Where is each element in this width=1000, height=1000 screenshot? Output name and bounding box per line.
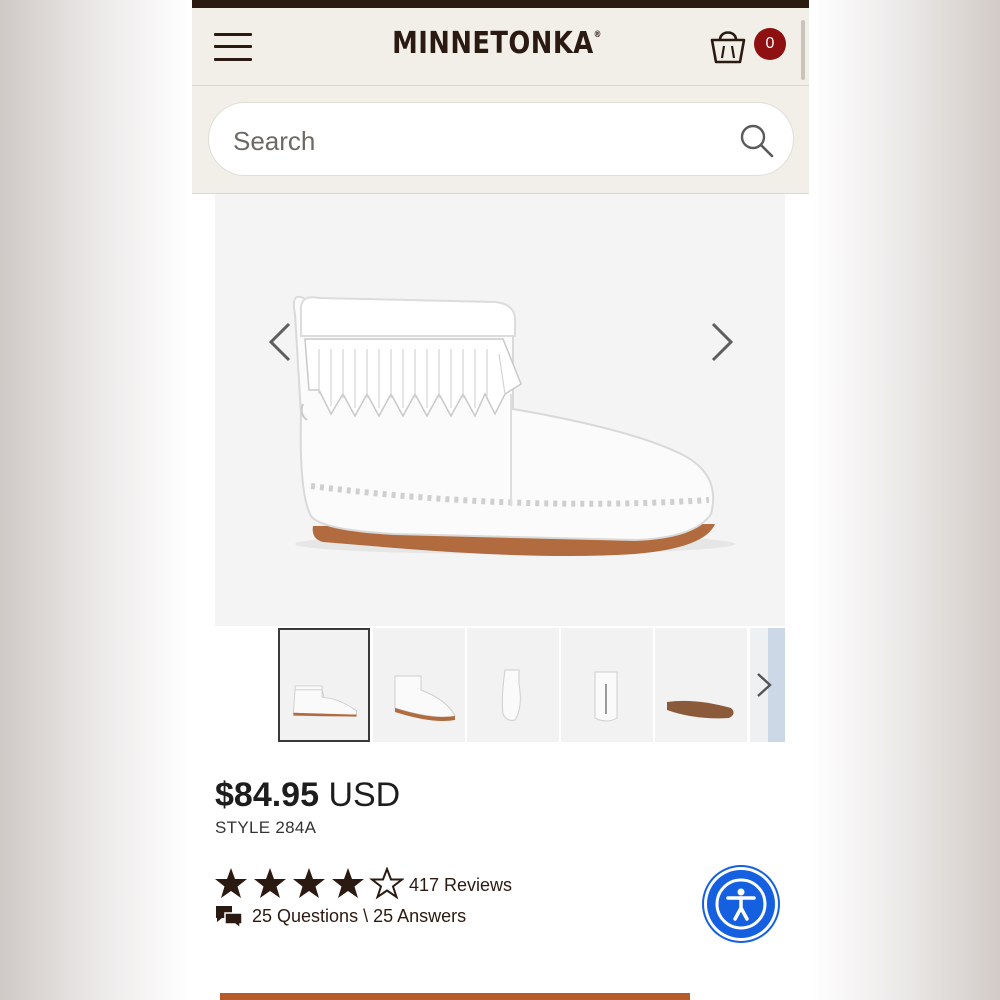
- search-input[interactable]: [231, 121, 715, 161]
- thumbnail-2[interactable]: [373, 628, 465, 742]
- menu-icon-bar: [214, 33, 252, 36]
- mobile-screen: MINNETONKA® 0 Search $84.95 USD STYLE 28…: [192, 0, 809, 1000]
- thumbnail-3[interactable]: [467, 628, 559, 742]
- reviews-link[interactable]: 417 Reviews: [409, 875, 512, 896]
- scrollbar[interactable]: [801, 20, 805, 80]
- price-amount: $84.95: [215, 776, 319, 814]
- questions-answers-link[interactable]: 25 Questions \ 25 Answers: [252, 906, 466, 927]
- search-icon[interactable]: [739, 123, 775, 159]
- product-price: $84.95 USD: [215, 776, 400, 815]
- product-style: STYLE 284A: [215, 818, 317, 837]
- previous-image-arrow-icon[interactable]: [265, 320, 295, 364]
- thumbnail-image: [501, 669, 521, 721]
- search-bar-area: [192, 86, 809, 194]
- top-strip: [192, 0, 809, 8]
- price-currency: USD: [328, 776, 401, 814]
- accessibility-icon: [715, 878, 767, 930]
- registered-mark: ®: [593, 30, 602, 40]
- accessibility-button[interactable]: [707, 870, 775, 938]
- star-icon: [254, 868, 286, 898]
- star-icon: [293, 868, 325, 898]
- thumbnail-1[interactable]: [278, 628, 370, 742]
- chat-bubbles-icon: [216, 906, 243, 930]
- thumbnail-image: [667, 700, 734, 719]
- cart-count-badge[interactable]: 0: [754, 28, 786, 60]
- menu-icon-bar: [214, 45, 252, 48]
- search-box: [208, 102, 794, 176]
- site-header: MINNETONKA® 0: [192, 8, 809, 86]
- thumbnail-image: [394, 675, 456, 721]
- rating-stars[interactable]: [214, 867, 404, 903]
- thumbnail-next-arrow-icon: [757, 628, 785, 742]
- brand-logo[interactable]: MINNETONKA®: [385, 26, 609, 61]
- thumbnail-4[interactable]: [561, 628, 653, 742]
- product-image[interactable]: [215, 194, 785, 619]
- thumbnail-image: [594, 671, 618, 722]
- star-icon: [215, 868, 247, 898]
- product-gallery: [215, 194, 785, 746]
- thumbnail-6[interactable]: [750, 628, 785, 742]
- menu-button[interactable]: [214, 30, 252, 64]
- brand-name: MINNETONKA: [392, 26, 594, 61]
- thumbnail-5[interactable]: [655, 628, 747, 742]
- add-to-cart-button[interactable]: [220, 993, 690, 1000]
- star-icon: [332, 868, 364, 898]
- thumbnail-image: [292, 685, 357, 717]
- thumbnail-strip: [215, 626, 785, 746]
- menu-icon-bar: [214, 58, 252, 61]
- next-image-arrow-icon[interactable]: [707, 320, 737, 364]
- star-outline-icon: [369, 867, 404, 900]
- shopping-bag-icon[interactable]: [708, 24, 748, 68]
